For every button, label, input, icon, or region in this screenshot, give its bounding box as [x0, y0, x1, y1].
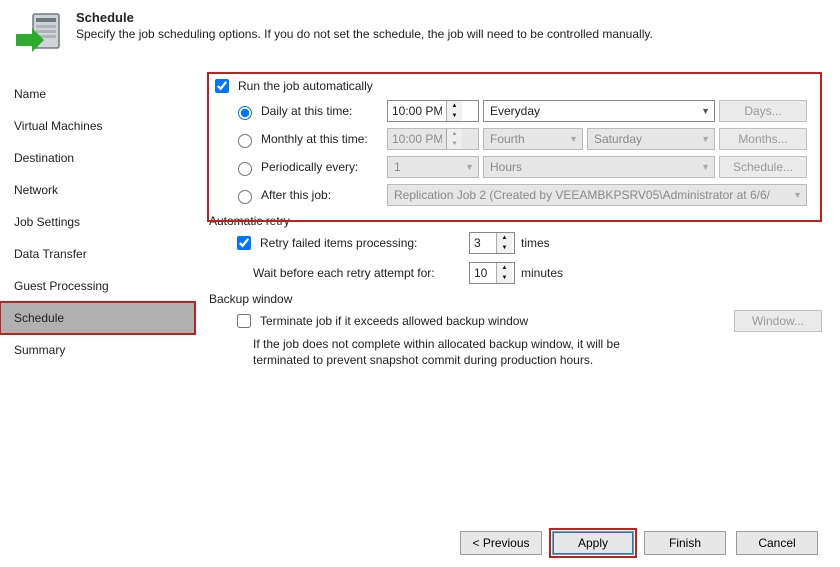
radio-daily[interactable]: [238, 106, 252, 120]
retry-section-label: Automatic retry: [209, 214, 822, 228]
wait-min-spinner[interactable]: ▲ ▼: [469, 262, 515, 284]
page-title: Schedule: [76, 10, 653, 25]
spinner-down-icon: ▼: [447, 139, 462, 149]
wizard-footer: < Previous Apply Finish Cancel: [460, 531, 818, 555]
daily-day-dropdown[interactable]: Everyday ▼: [483, 100, 715, 122]
terminate-checkbox[interactable]: [237, 314, 251, 328]
monthly-time-spinner: ▲ ▼: [387, 128, 479, 150]
spinner-down-icon[interactable]: ▼: [447, 111, 462, 121]
spinner-down-icon[interactable]: ▼: [497, 273, 512, 283]
periodic-label: Periodically every:: [261, 160, 358, 174]
schedule-icon: [14, 10, 62, 58]
window-note: If the job does not complete within allo…: [209, 332, 679, 368]
sidebar-item-guest-processing[interactable]: Guest Processing: [0, 270, 195, 302]
chevron-down-icon: ▼: [569, 134, 578, 144]
run-auto-checkbox[interactable]: [215, 79, 229, 93]
daily-time-spinner[interactable]: ▲ ▼: [387, 100, 479, 122]
schedule-button: Schedule...: [719, 156, 807, 178]
minutes-label: minutes: [521, 266, 822, 280]
previous-button[interactable]: < Previous: [460, 531, 542, 555]
after-job-dropdown: Replication Job 2 (Created by VEEAMBKPSR…: [387, 184, 807, 206]
months-button: Months...: [719, 128, 807, 150]
daily-day-value: Everyday: [490, 104, 540, 118]
run-auto-label: Run the job automatically: [238, 79, 373, 93]
chevron-down-icon: ▼: [701, 134, 710, 144]
sidebar-item-summary[interactable]: Summary: [0, 334, 195, 366]
daily-time-input[interactable]: [388, 101, 446, 121]
page-subtitle: Specify the job scheduling options. If y…: [76, 27, 653, 41]
retry-checkbox[interactable]: [237, 236, 251, 250]
after-label: After this job:: [261, 188, 331, 202]
chevron-down-icon: ▼: [701, 106, 710, 116]
chevron-down-icon: ▼: [793, 190, 802, 200]
radio-after-job[interactable]: [238, 190, 252, 204]
monthly-ord-value: Fourth: [490, 132, 525, 146]
chevron-down-icon: ▼: [465, 162, 474, 172]
terminate-label: Terminate job if it exceeds allowed back…: [260, 314, 528, 328]
monthly-label: Monthly at this time:: [261, 132, 368, 146]
finish-button[interactable]: Finish: [644, 531, 726, 555]
days-button[interactable]: Days...: [719, 100, 807, 122]
daily-label: Daily at this time:: [261, 104, 352, 118]
sidebar-item-network[interactable]: Network: [0, 174, 195, 206]
wizard-sidebar: Name Virtual Machines Destination Networ…: [0, 64, 195, 504]
periodic-value: 1: [394, 160, 401, 174]
chevron-down-icon: ▼: [701, 162, 710, 172]
retry-count-input[interactable]: [470, 233, 496, 253]
periodic-unit-dropdown: Hours ▼: [483, 156, 715, 178]
monthly-dow-dropdown: Saturday ▼: [587, 128, 715, 150]
sidebar-item-name[interactable]: Name: [0, 78, 195, 110]
radio-monthly[interactable]: [238, 134, 252, 148]
spinner-up-icon[interactable]: ▲: [447, 101, 462, 111]
monthly-dow-value: Saturday: [594, 132, 642, 146]
monthly-ord-dropdown: Fourth ▼: [483, 128, 583, 150]
wait-min-input[interactable]: [470, 263, 496, 283]
spinner-up-icon: ▲: [447, 129, 462, 139]
spinner-up-icon[interactable]: ▲: [497, 263, 512, 273]
window-button: Window...: [734, 310, 822, 332]
wait-label: Wait before each retry attempt for:: [233, 266, 463, 280]
periodic-value-dropdown: 1 ▼: [387, 156, 479, 178]
apply-button[interactable]: Apply: [552, 531, 634, 555]
spinner-up-icon[interactable]: ▲: [497, 233, 512, 243]
window-section-label: Backup window: [209, 292, 822, 306]
cancel-button[interactable]: Cancel: [736, 531, 818, 555]
monthly-time-input: [388, 129, 446, 149]
radio-periodic[interactable]: [238, 162, 252, 176]
sidebar-item-data-transfer[interactable]: Data Transfer: [0, 238, 195, 270]
retry-label: Retry failed items processing:: [260, 236, 417, 250]
periodic-unit: Hours: [490, 160, 522, 174]
sidebar-item-destination[interactable]: Destination: [0, 142, 195, 174]
sidebar-item-virtual-machines[interactable]: Virtual Machines: [0, 110, 195, 142]
sidebar-item-job-settings[interactable]: Job Settings: [0, 206, 195, 238]
after-job-value: Replication Job 2 (Created by VEEAMBKPSR…: [394, 188, 770, 202]
sidebar-item-schedule[interactable]: Schedule: [0, 302, 195, 334]
wizard-header: Schedule Specify the job scheduling opti…: [0, 0, 840, 64]
times-label: times: [521, 236, 822, 250]
retry-count-spinner[interactable]: ▲ ▼: [469, 232, 515, 254]
content-panel: Run the job automatically Daily at this …: [195, 64, 840, 504]
spinner-down-icon[interactable]: ▼: [497, 243, 512, 253]
